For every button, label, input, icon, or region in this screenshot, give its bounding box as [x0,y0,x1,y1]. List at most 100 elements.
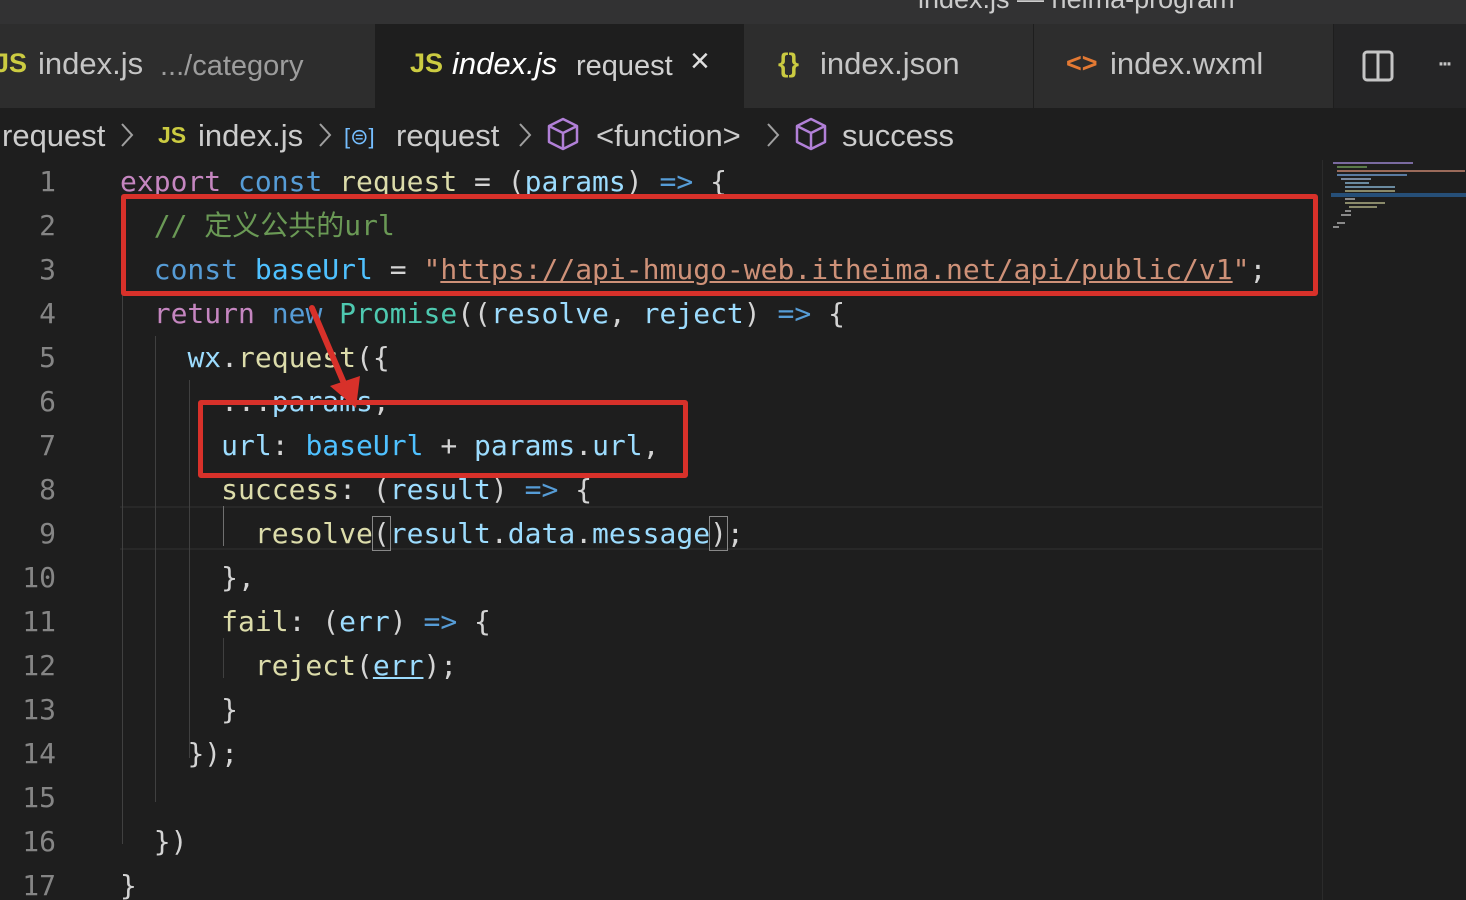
code-token: ( [371,516,391,551]
code-token: reject [642,297,744,330]
code-token: return [153,297,255,330]
code-token: message [592,517,711,550]
tab-index-js-category[interactable]: JS index.js .../category [0,24,376,108]
code-token: resolve [254,517,373,550]
breadcrumb-symbol-function[interactable]: <function> [596,118,741,154]
method-cube-icon [547,117,579,151]
code-line: }); [120,732,238,776]
tab-description: .../category [160,50,304,82]
code-token: ) [743,297,778,330]
line-number: 5 [39,341,56,374]
tab-index-js-request[interactable]: JS index.js request × [376,24,744,108]
chevron-right-icon [519,123,532,147]
method-cube-icon [795,117,827,151]
code-line: }) [120,820,188,864]
javascript-file-icon: JS [158,122,187,148]
code-token: { [457,605,491,638]
close-icon[interactable]: × [690,42,710,81]
code-token: ) [389,605,424,638]
code-file-icon: <> [1066,48,1098,78]
chevron-right-icon [767,123,780,147]
code-token: }, [221,561,255,594]
annotation-arrow [309,305,360,408]
annotation-box-base-url [121,194,1318,296]
code-token: resolve [490,297,609,330]
code-token: , [608,297,643,330]
code-token: ; [726,517,744,550]
line-number: 11 [22,605,56,638]
split-editor-icon[interactable] [1362,50,1394,82]
code-token: . [221,341,239,374]
code-token: (( [457,297,491,330]
code-token: err [339,605,390,638]
code-line: } [120,864,137,900]
tab-bar: JS index.js .../category JS index.js req… [0,24,1466,108]
line-number: 1 [39,165,56,198]
chevron-right-icon [121,123,134,147]
breadcrumb-symbol-success[interactable]: success [842,118,954,154]
window-title: index.js — heima-program [918,0,1235,15]
code-token: => [423,605,458,638]
breadcrumb: request JS index.js [⊜] request <functio… [0,108,1466,160]
code-editor[interactable]: 1 export const request = (params) => {2 /… [0,160,1322,900]
line-number: 12 [22,649,56,682]
code-line: }, [120,556,255,600]
code-token: ) [709,516,728,551]
code-token: ); [423,649,458,682]
chevron-right-icon [319,123,332,147]
line-number: 16 [22,825,56,858]
code-line: fail: (err) => { [120,600,491,644]
code-token: . [490,517,508,550]
line-number: 3 [39,253,56,286]
line-number: 14 [22,737,56,770]
code-token: . [575,517,593,550]
tab-description: request [576,50,673,82]
code-line: return new Promise((resolve, reject) => … [120,292,845,336]
line-number: 13 [22,693,56,726]
json-file-icon: {} [778,48,800,78]
code-token: }); [187,737,239,770]
line-number: 2 [39,209,56,242]
code-token: => [777,297,812,330]
code-token: err [372,649,424,682]
breadcrumb-file-index-js[interactable]: index.js [198,118,303,154]
tab-index-json[interactable]: {} index.json [744,24,1034,108]
code-token: ( [356,649,373,682]
breadcrumb-folder-request[interactable]: request [2,118,105,154]
tab-index-wxml[interactable]: <> index.wxml [1034,24,1334,108]
variable-symbol-icon: [⊜] [344,124,375,149]
code-token: }) [153,825,188,858]
line-number: 10 [22,561,56,594]
minimap[interactable] [1322,160,1466,900]
code-token: { [811,297,845,330]
code-token: : ( [288,605,340,638]
code-token: data [507,517,576,550]
tab-name: index.wxml [1110,46,1264,81]
line-number: 7 [39,429,56,462]
code-line: resolve(result.data.message); [120,512,744,556]
breadcrumb-symbol-request[interactable]: request [396,118,499,154]
javascript-file-icon: JS [0,48,28,78]
line-number: 8 [39,473,56,506]
more-actions-icon[interactable]: ··· [1436,46,1454,80]
tab-name: index.json [820,46,960,81]
code-token: } [120,869,137,900]
line-number: 4 [39,297,56,330]
line-number: 6 [39,385,56,418]
code-token: wx [187,341,222,374]
annotation-box-url-field [198,400,688,478]
code-token: fail [221,605,289,638]
code-token: result [389,517,491,550]
tab-name: index.js [452,46,558,81]
title-bar: index.js — heima-program [0,0,1466,24]
code-token: reject [254,649,357,682]
